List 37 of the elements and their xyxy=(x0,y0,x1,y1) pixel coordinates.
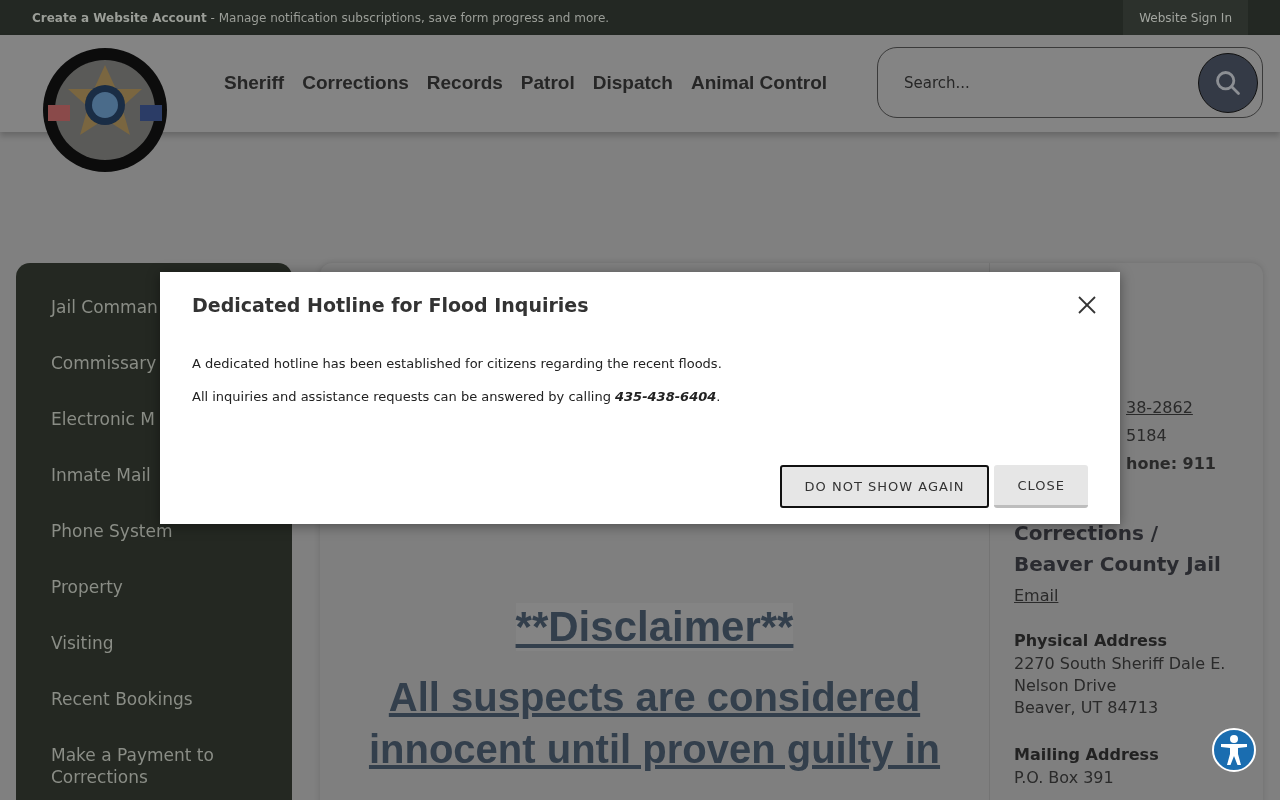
badge-logo[interactable] xyxy=(42,47,168,173)
phone-link[interactable]: 38-2862 xyxy=(1126,394,1243,422)
address-line: Nelson Drive xyxy=(1014,675,1117,697)
address-line: 2270 South Sheriff Dale E. xyxy=(1014,653,1226,675)
sidebar-link[interactable]: Property xyxy=(51,567,251,623)
address-label: Physical Address xyxy=(1014,630,1167,652)
address-line: P.O. Box 391 xyxy=(1014,767,1114,789)
nav-link[interactable]: Corrections xyxy=(302,72,409,94)
search-field[interactable]: Search... xyxy=(902,72,1198,93)
sidebar-link[interactable]: Visiting xyxy=(51,623,251,679)
contact-heading: Corrections / Beaver County Jail xyxy=(1014,520,1222,578)
search-button[interactable] xyxy=(1198,52,1258,113)
email-link[interactable]: Email xyxy=(1014,586,1059,605)
nav-link[interactable]: Patrol xyxy=(520,72,575,94)
search-icon xyxy=(1214,68,1242,97)
phone-text: 5184 xyxy=(1126,425,1168,447)
accessibility-icon xyxy=(1219,734,1249,766)
dismiss-button[interactable]: DO NOT SHOW AGAIN xyxy=(779,465,990,508)
nav-link[interactable]: Animal Control xyxy=(690,72,828,94)
close-button[interactable]: CLOSE xyxy=(994,465,1088,508)
disclaimer-text: All suspects are considered innocent until proven guilty in xyxy=(367,674,942,773)
sign-in-link[interactable]: Website Sign In xyxy=(1123,0,1248,35)
nav-link[interactable]: Sheriff xyxy=(224,72,285,94)
address-label: Mailing Address xyxy=(1014,744,1159,766)
disclaimer-heading: **Disclaimer** xyxy=(515,603,794,651)
sidebar-link[interactable]: Make a Payment to Corrections xyxy=(51,735,251,800)
nav-link[interactable]: Records xyxy=(426,72,503,94)
dialog-text: A dedicated hotline has been established for citizens regarding the recent floods. xyxy=(192,356,723,371)
phone-text: hone: 911 xyxy=(1126,453,1217,475)
sidebar-link[interactable]: Phone System xyxy=(51,511,251,567)
dialog-title: Dedicated Hotline for Flood Inquiries xyxy=(192,294,589,316)
account-notice: Create a Website Account - Manage notification subscriptions, save form progress and more. xyxy=(32,10,610,25)
sidebar-link[interactable]: Recent Bookings xyxy=(51,679,251,735)
nav-link[interactable]: Dispatch xyxy=(592,72,673,94)
address-line: Beaver, UT 84713 xyxy=(1014,697,1159,719)
dialog-text: All inquiries and assistance requests can be answered by calling 435-438-6404. xyxy=(192,389,722,404)
close-icon[interactable] xyxy=(1076,294,1098,316)
